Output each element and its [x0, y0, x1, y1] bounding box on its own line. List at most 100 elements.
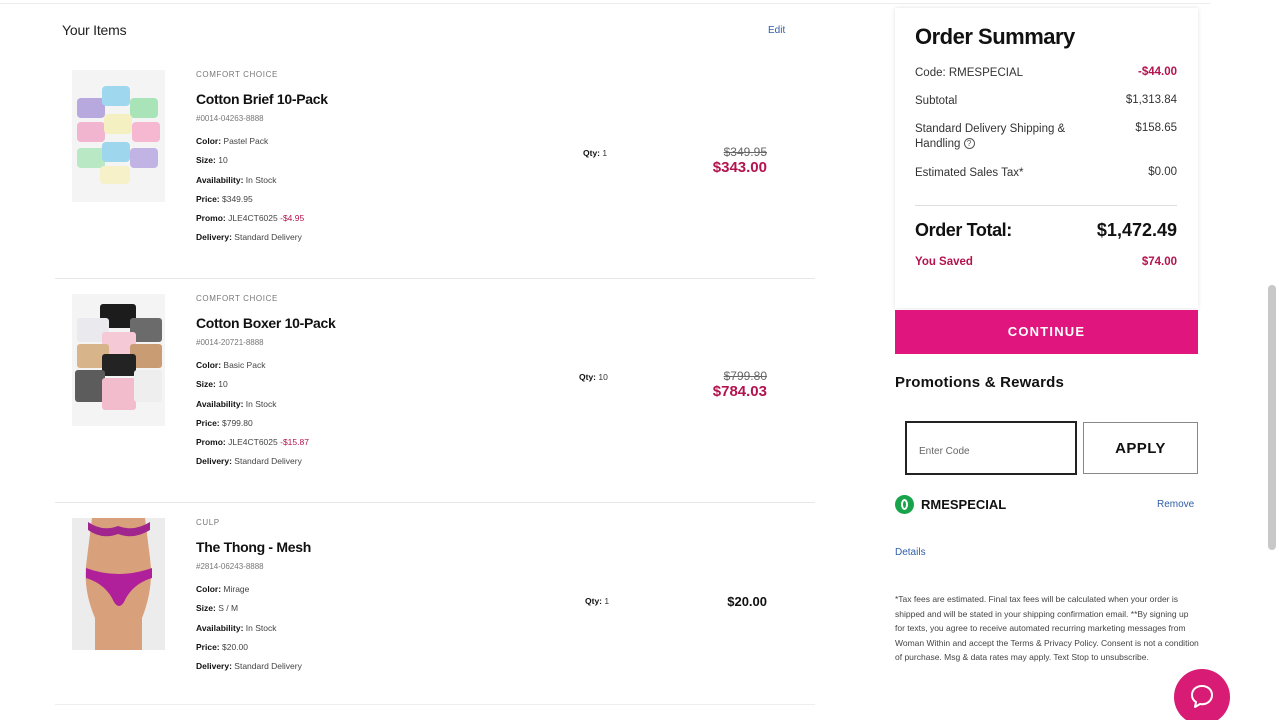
summary-shipping-row: Standard Delivery Shipping & Handling ? …: [915, 122, 1177, 154]
product-sku: #0014-20721-8888: [196, 338, 264, 347]
size-label: Size:: [196, 155, 216, 166]
qty-label: Qty:: [579, 372, 596, 382]
delivery-label: Delivery:: [196, 232, 232, 243]
product-image[interactable]: [72, 518, 165, 650]
items-column: Your Items Edit COMFORT CHOICE Cotton Br…: [0, 0, 880, 720]
remove-promo-link[interactable]: Remove: [1157, 499, 1194, 510]
subtotal-label: Subtotal: [915, 95, 958, 107]
list-divider: [55, 704, 815, 705]
promo-discount: -$15.87: [280, 437, 309, 448]
chat-button[interactable]: [1174, 669, 1230, 720]
delivery-label: Delivery:: [196, 661, 232, 672]
quantity[interactable]: Qty: 1: [585, 596, 609, 606]
product-details: Color: Mirage Size: S / M Availability: …: [196, 580, 302, 676]
color-value: Basic Pack: [223, 360, 266, 370]
promo-code-input[interactable]: [905, 421, 1077, 475]
shipping-label: Standard Delivery Shipping & Handling: [915, 123, 1066, 150]
product-name[interactable]: The Thong - Mesh: [196, 539, 311, 555]
order-summary: Order Summary Code: RMESPECIAL -$44.00 S…: [895, 8, 1198, 308]
delivery-label: Delivery:: [196, 456, 232, 467]
availability-value: In Stock: [245, 398, 277, 409]
you-saved-value: $74.00: [1141, 256, 1177, 268]
price-block: $799.80 $784.03: [713, 369, 767, 400]
summary-title: Order Summary: [915, 24, 1075, 49]
product-brand: CULP: [196, 518, 220, 527]
you-saved-label: You Saved: [915, 256, 973, 268]
quantity[interactable]: Qty: 10: [579, 372, 608, 382]
availability-label: Availability:: [196, 174, 244, 185]
color-label: Color:: [196, 584, 222, 594]
size-value: 10: [218, 155, 228, 166]
apply-button[interactable]: APPLY: [1083, 422, 1198, 474]
product-image[interactable]: [72, 70, 165, 202]
product-sku: #0014-04263-8888: [196, 114, 264, 123]
product-details: Color: Pastel Pack Size: 10 Availability…: [196, 132, 304, 248]
qty-value: 10: [598, 372, 608, 382]
product-image[interactable]: [72, 294, 165, 426]
final-price: $784.03: [712, 383, 767, 400]
order-total-label: Order Total:: [915, 220, 1012, 240]
original-price: $799.80: [723, 369, 767, 383]
product-brand: COMFORT CHOICE: [196, 70, 278, 79]
promotions-heading: Promotions & Rewards: [895, 374, 1065, 391]
original-price: $349.95: [723, 145, 767, 159]
summary-divider: [915, 205, 1177, 206]
product-name[interactable]: Cotton Boxer 10-Pack: [196, 315, 336, 331]
final-price: $343.00: [712, 159, 767, 176]
promo-label: Promo:: [196, 437, 226, 448]
cart-item: CULP The Thong - Mesh #2814-06243-8888 C…: [55, 503, 815, 720]
edit-link[interactable]: Edit: [768, 25, 785, 36]
subtotal-value: $1,313.84: [1125, 94, 1177, 106]
price-label: Price:: [196, 193, 220, 204]
promo-discount: -$4.95: [280, 213, 305, 224]
chat-bubble-icon: [1191, 685, 1213, 708]
product-sku: #2814-06243-8888: [196, 562, 264, 571]
size-value: 10: [218, 379, 228, 390]
shipping-value: $158.65: [1135, 122, 1177, 134]
items-heading: Your Items: [62, 22, 127, 38]
order-total-value: $1,472.49: [1096, 220, 1177, 240]
product-name[interactable]: Cotton Brief 10-Pack: [196, 91, 328, 107]
color-value: Pastel Pack: [223, 136, 269, 146]
price-label: Price:: [196, 417, 220, 428]
cart-item: COMFORT CHOICE Cotton Boxer 10-Pack #001…: [55, 279, 815, 503]
code-value: -$44.00: [1137, 66, 1177, 78]
size-label: Size:: [196, 379, 216, 390]
cart-item: COMFORT CHOICE Cotton Brief 10-Pack #001…: [55, 55, 815, 279]
price-value: $20.00: [222, 641, 248, 652]
price-value: $349.95: [222, 193, 253, 204]
scrollbar-thumb[interactable]: [1268, 285, 1276, 550]
product-brand: COMFORT CHOICE: [196, 294, 278, 303]
tax-disclaimer: *Tax fees are estimated. Final tax fees …: [895, 594, 1199, 662]
shipping-label-wrap: Standard Delivery Shipping & Handling ?: [915, 122, 1095, 152]
size-value: S / M: [218, 603, 239, 614]
help-circle-icon[interactable]: ?: [963, 138, 975, 149]
price-label: Price:: [196, 641, 220, 652]
promo-label: Promo:: [196, 213, 226, 224]
quantity[interactable]: Qty: 1: [583, 148, 607, 158]
delivery-value: Standard Delivery: [234, 456, 302, 467]
applied-promo-code: RMESPECIAL: [921, 497, 1007, 512]
continue-button[interactable]: CONTINUE: [895, 310, 1198, 354]
price-block: $349.95 $343.00: [713, 145, 767, 176]
check-circle-icon: [895, 495, 914, 514]
qty-value: 1: [602, 148, 608, 158]
final-price: $20.00: [727, 594, 767, 609]
code-label: Code: RMESPECIAL: [915, 67, 1024, 79]
promo-details-link[interactable]: Details: [895, 547, 926, 558]
product-details: Color: Basic Pack Size: 10 Availability:…: [196, 356, 309, 472]
promo-code: JLE4CT6025: [228, 213, 278, 224]
tax-value: $0.00: [1148, 166, 1177, 178]
delivery-value: Standard Delivery: [234, 661, 302, 672]
tax-label: Estimated Sales Tax*: [915, 167, 1024, 179]
availability-label: Availability:: [196, 398, 244, 409]
color-label: Color:: [196, 136, 222, 146]
availability-label: Availability:: [196, 622, 244, 633]
size-label: Size:: [196, 603, 216, 614]
availability-value: In Stock: [245, 622, 277, 633]
color-label: Color:: [196, 360, 222, 370]
price-value: $799.80: [222, 417, 253, 428]
qty-label: Qty:: [585, 596, 602, 606]
color-value: Mirage: [223, 584, 250, 594]
promo-code: JLE4CT6025: [228, 437, 278, 448]
